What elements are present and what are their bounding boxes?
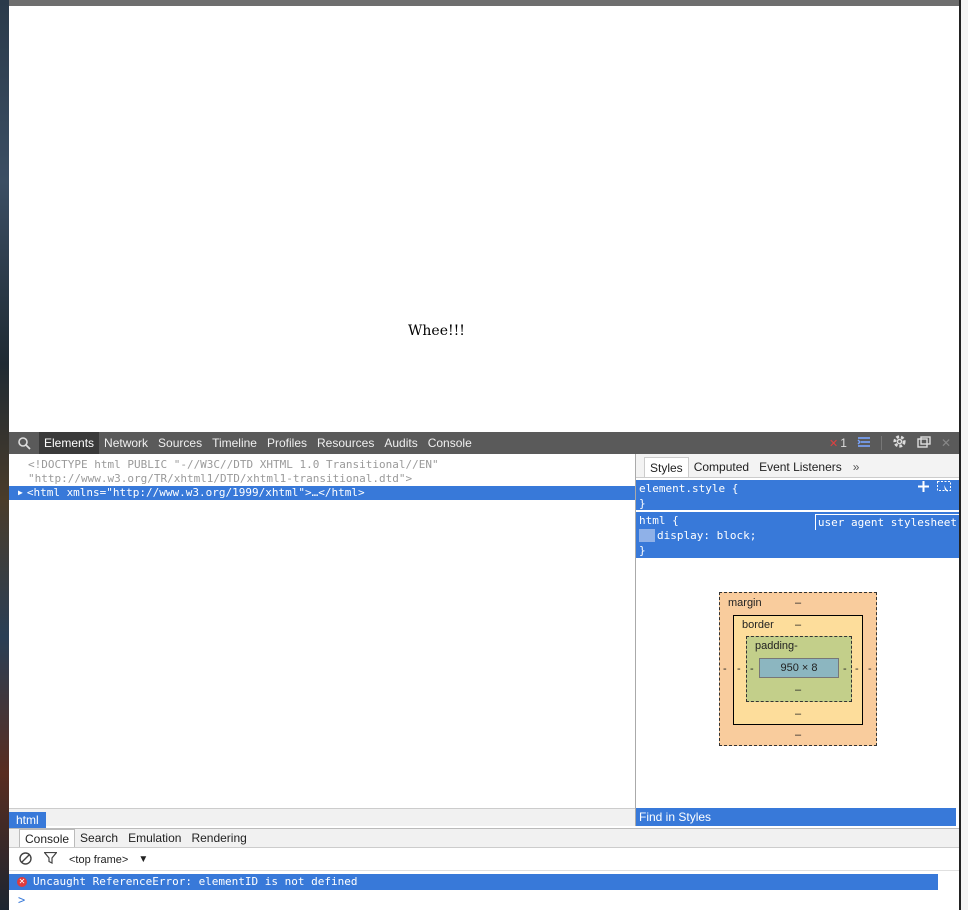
settings-icon[interactable]	[892, 434, 907, 452]
declaration-checkbox[interactable]	[639, 529, 655, 542]
padding-left-value: -	[750, 663, 754, 675]
error-icon: ✕	[829, 437, 839, 450]
html-rule-close: }	[639, 544, 646, 557]
dock-icon[interactable]	[917, 435, 931, 451]
doctype-line-2: "http://www.w3.org/TR/xhtml1/DTD/xhtml1-…	[28, 472, 413, 485]
html-ua-rule[interactable]: html { user agent stylesheet display: bl…	[636, 512, 959, 558]
drawer-tab-emulation[interactable]: Emulation	[123, 829, 186, 847]
add-rule-icon[interactable]	[918, 481, 929, 497]
expand-triangle-icon[interactable]: ▶	[18, 486, 23, 500]
box-model-border: border – - - – padding- - - – 950 × 8	[733, 615, 863, 725]
more-tabs-icon[interactable]: »	[847, 457, 866, 477]
margin-top-value: –	[795, 597, 802, 609]
margin-left-value: -	[723, 663, 727, 675]
tab-sources[interactable]: Sources	[153, 432, 207, 454]
html-node-text: <html xmlns="http://www.w3.org/1999/xhtm…	[26, 486, 365, 499]
border-bottom-value: –	[795, 708, 802, 720]
elements-tree: <!DOCTYPE html PUBLIC "-//W3C//DTD XHTML…	[9, 454, 635, 808]
sidebar-tabs: Styles Computed Event Listeners »	[636, 454, 959, 478]
drawer-icon[interactable]	[857, 436, 871, 451]
margin-bottom-value: –	[795, 729, 802, 741]
declaration-display[interactable]: display: block;	[639, 528, 956, 543]
margin-label: margin	[728, 597, 762, 609]
breadcrumb-item-html[interactable]: html	[9, 812, 46, 829]
search-icon[interactable]	[9, 432, 39, 454]
console-prompt[interactable]: >	[18, 893, 25, 907]
frame-selector-value: <top frame>	[69, 853, 129, 866]
drawer-tab-console[interactable]: Console	[19, 829, 76, 847]
tab-event-listeners[interactable]: Event Listeners	[754, 457, 847, 477]
find-in-styles-input[interactable]: Find in Styles	[636, 808, 956, 826]
margin-right-value: -	[868, 663, 872, 675]
tree-node-html[interactable]: ▶ <html xmlns="http://www.w3.org/1999/xh…	[9, 486, 635, 500]
padding-label: padding-	[755, 640, 798, 652]
box-model-margin: margin – - - – border – - - – padding- -…	[719, 592, 877, 746]
error-counter[interactable]: ✕ 1	[829, 436, 847, 450]
filter-icon[interactable]	[43, 851, 58, 867]
tab-computed[interactable]: Computed	[689, 457, 754, 477]
element-style-selector: element.style {	[639, 482, 739, 495]
doctype-line-1: <!DOCTYPE html PUBLIC "-//W3C//DTD XHTML…	[28, 458, 439, 471]
clear-console-icon[interactable]	[19, 851, 32, 868]
declaration-text: display: block;	[657, 529, 757, 542]
page-viewport: Whee!!!	[9, 6, 959, 432]
tab-console[interactable]: Console	[423, 432, 477, 454]
border-right-value: -	[855, 663, 859, 675]
padding-right-value: -	[843, 663, 847, 675]
drawer-tabs: Console Search Emulation Rendering	[9, 828, 959, 848]
toolbar-divider	[880, 436, 882, 450]
border-label: border	[742, 619, 774, 631]
chevron-down-icon: ▼	[138, 854, 149, 865]
box-model-content: 950 × 8	[759, 658, 839, 678]
tab-profiles[interactable]: Profiles	[262, 432, 312, 454]
error-icon: ✕	[17, 877, 27, 887]
padding-bottom-value: –	[795, 684, 802, 696]
styles-sidebar: Styles Computed Event Listeners » elemen…	[636, 454, 959, 826]
element-style-close: }	[639, 497, 646, 510]
frame-selector[interactable]: <top frame> ▼	[69, 854, 148, 866]
error-count: 1	[840, 436, 847, 450]
page-body-text: Whee!!!	[408, 323, 465, 339]
console-toolbar: <top frame> ▼	[9, 849, 959, 871]
tab-styles[interactable]: Styles	[644, 457, 689, 477]
breadcrumb: html	[9, 808, 635, 829]
tab-timeline[interactable]: Timeline	[207, 432, 262, 454]
devtools-toolbar: Elements Network Sources Timeline Profil…	[9, 432, 959, 454]
box-model-padding: padding- - - – 950 × 8	[746, 636, 852, 702]
error-message-text: Uncaught ReferenceError: elementID is no…	[33, 875, 358, 888]
element-style-rule[interactable]: element.style { }	[636, 480, 959, 510]
drawer-tab-rendering[interactable]: Rendering	[186, 829, 251, 847]
desktop-background-right	[959, 0, 968, 910]
tab-resources[interactable]: Resources	[312, 432, 379, 454]
toggle-element-state-icon[interactable]	[937, 481, 951, 497]
tab-audits[interactable]: Audits	[379, 432, 422, 454]
close-icon[interactable]: ✕	[941, 436, 951, 450]
border-left-value: -	[737, 663, 741, 675]
border-top-value: –	[795, 619, 802, 631]
desktop-background-left	[0, 0, 9, 910]
tab-network[interactable]: Network	[99, 432, 153, 454]
console-error-message[interactable]: ✕ Uncaught ReferenceError: elementID is …	[9, 874, 938, 890]
drawer-tab-search[interactable]: Search	[75, 829, 123, 847]
tab-elements[interactable]: Elements	[39, 432, 100, 454]
